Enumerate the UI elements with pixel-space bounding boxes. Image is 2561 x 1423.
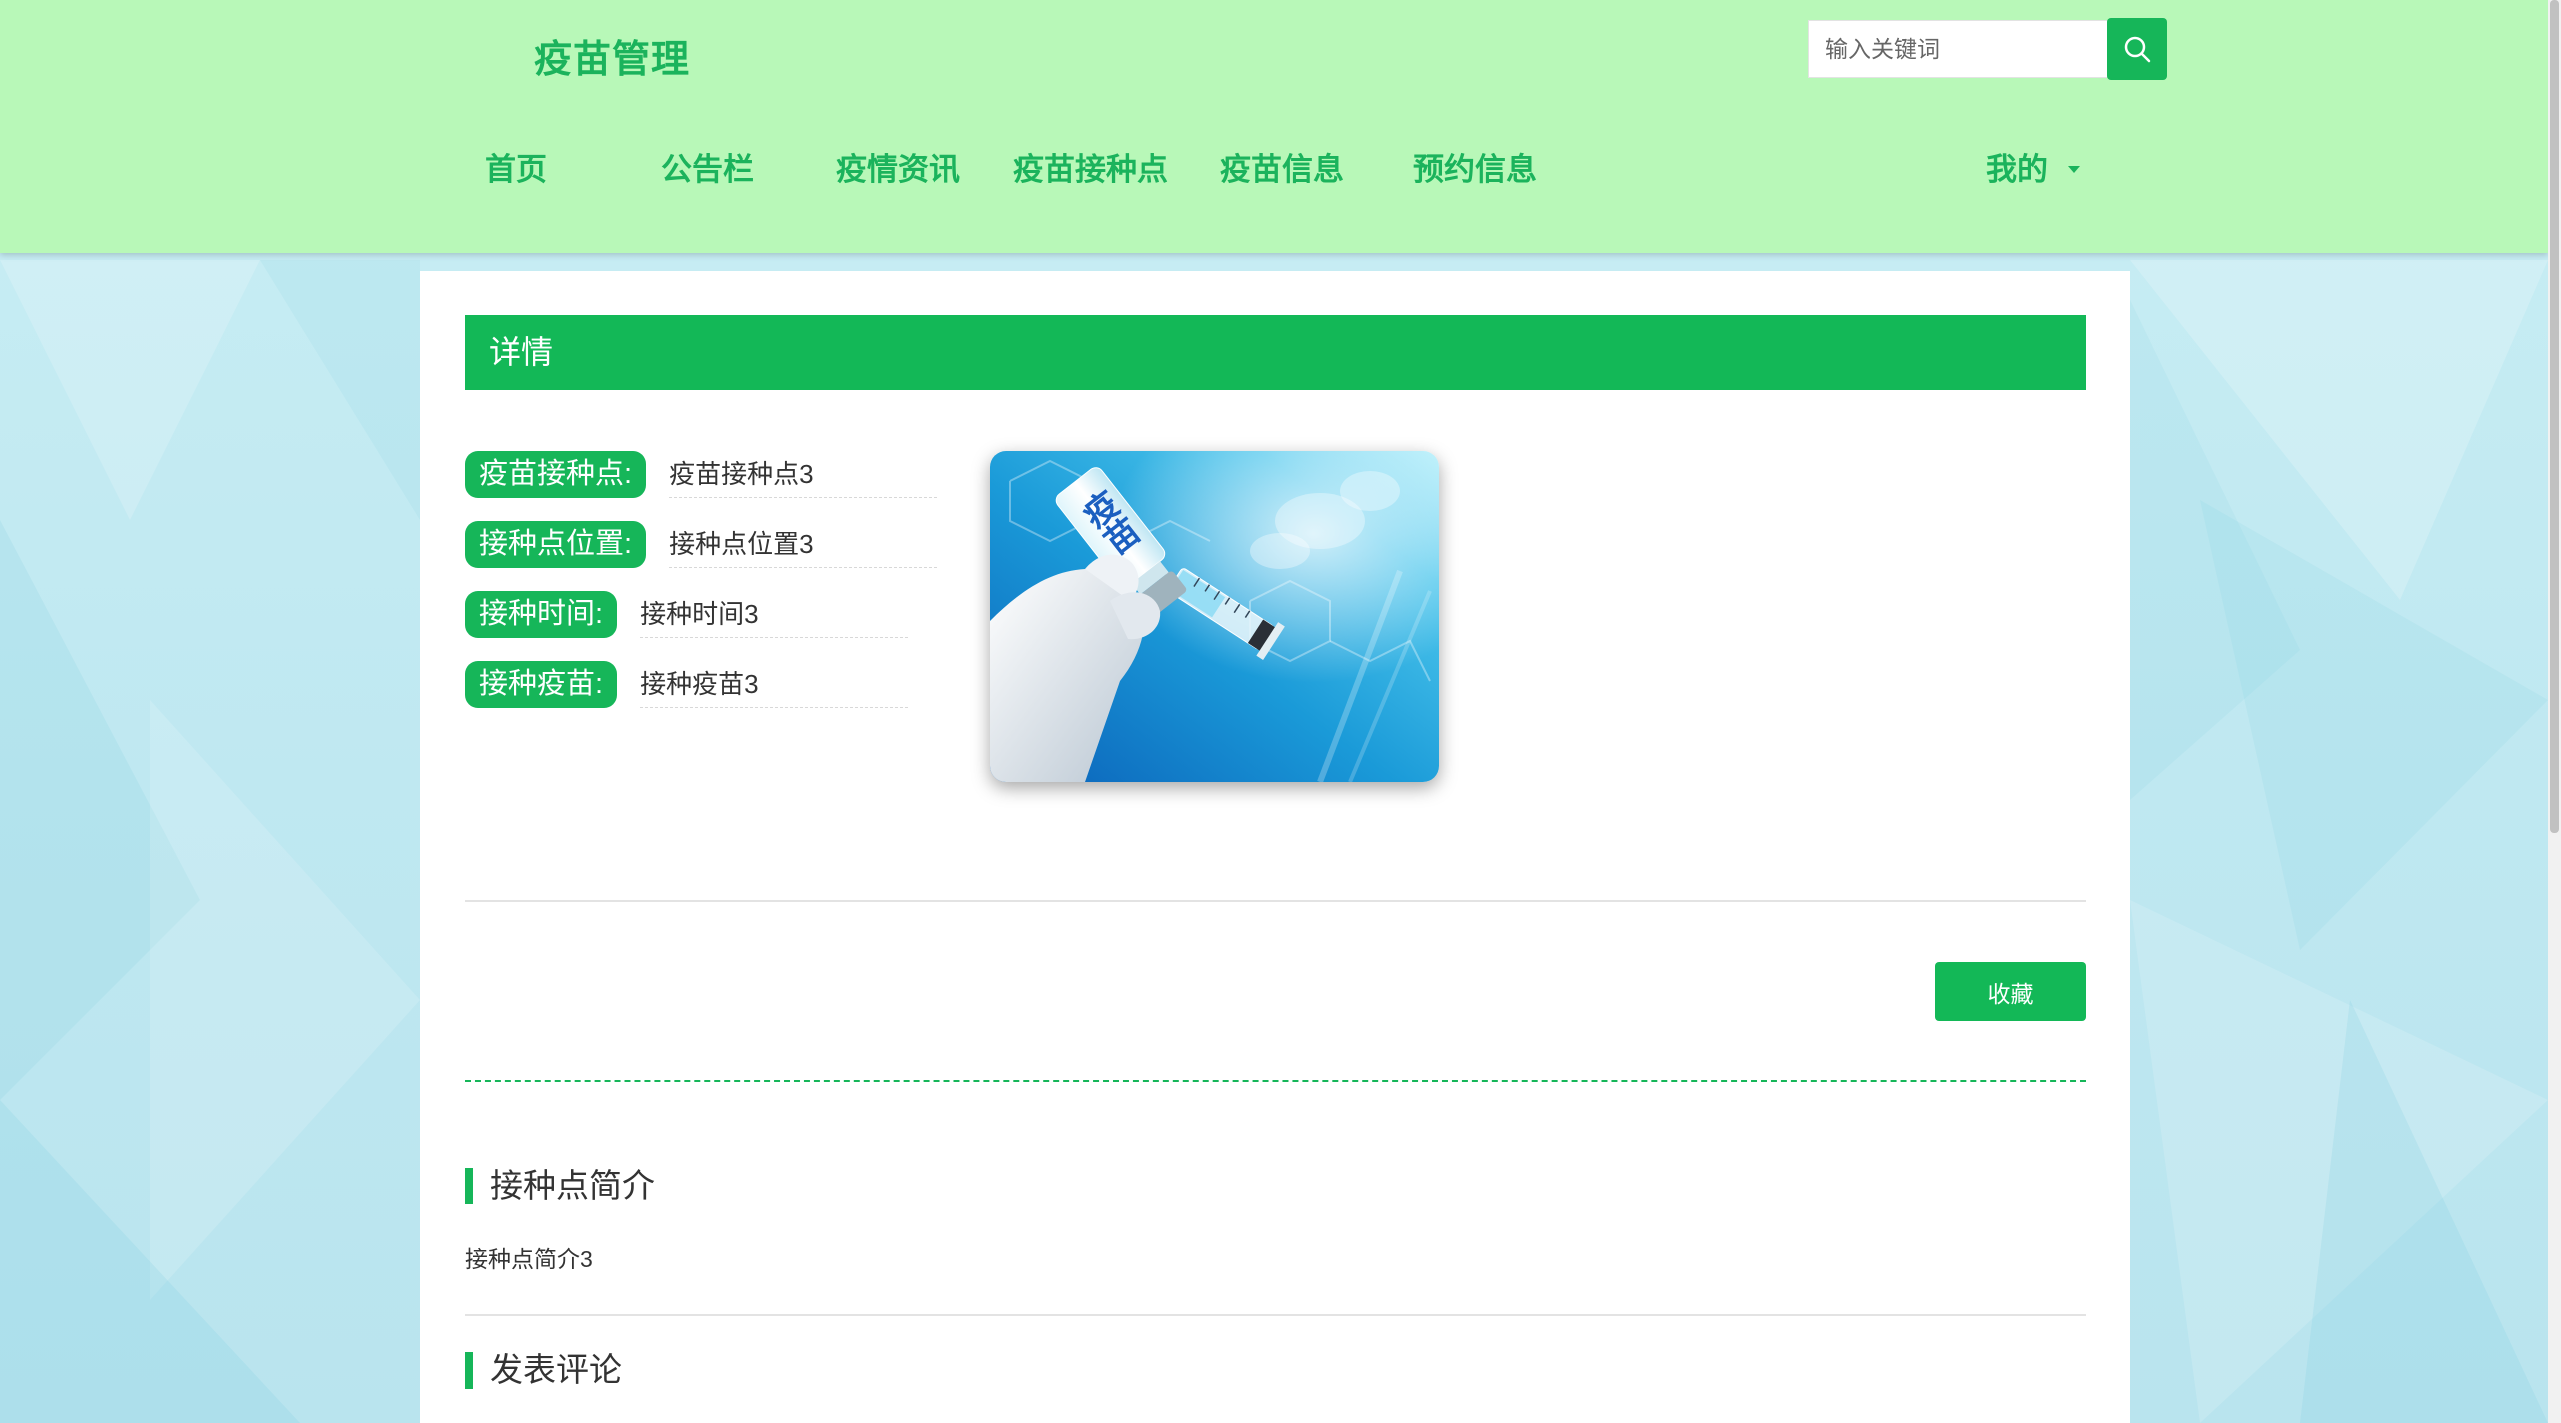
nav-announcements[interactable]: 公告栏 [661,150,754,190]
nav-epidemic-news[interactable]: 疫情资讯 [836,150,960,190]
nav-mine[interactable]: 我的 [1986,150,2048,190]
search-icon-handle [2140,52,2151,63]
smoke-puff [1340,471,1400,511]
detail-card [420,271,2130,1423]
smoke-puff [1250,533,1310,569]
field-row-site: 疫苗接种点: 疫苗接种点3 [465,451,938,498]
field-label: 接种时间: [465,591,618,638]
field-value: 接种点位置3 [669,522,938,568]
field-value: 疫苗接种点3 [669,452,938,498]
detail-header: 详情 [465,315,2086,390]
section-marker [465,1352,473,1389]
background-triangle [150,700,420,1300]
section-dashed-divider [465,1080,2086,1082]
divider [465,1314,2086,1316]
scrollbar-thumb[interactable] [2550,0,2559,833]
section-marker [465,1168,473,1204]
field-value: 接种时间3 [640,592,909,638]
field-row-vaccine: 接种疫苗: 接种疫苗3 [465,661,909,708]
intro-section-title: 接种点简介 [490,1167,655,1204]
nav-home[interactable]: 首页 [485,150,547,190]
background-triangle [0,260,260,520]
search-button[interactable] [2107,18,2167,80]
field-label: 疫苗接种点: [465,451,647,498]
search-icon [2124,36,2151,63]
comment-section-title: 发表评论 [490,1351,622,1388]
field-label: 接种点位置: [465,521,647,568]
field-row-location: 接种点位置: 接种点位置3 [465,521,938,568]
divider [465,900,2086,902]
top-header: 疫苗管理 首页 公告栏 疫情资讯 疫苗接种点 疫苗信息 预约信息 我的 [0,0,2548,253]
field-value: 接种疫苗3 [640,662,909,708]
nav-appointments[interactable]: 预约信息 [1413,150,1537,190]
nav-vaccine-info[interactable]: 疫苗信息 [1220,150,1344,190]
background-triangle [260,260,420,520]
vaccine-illustration: 疫苗 [990,451,1439,782]
vaccine-image: 疫苗 [990,451,1439,782]
field-row-time: 接种时间: 接种时间3 [465,591,909,638]
app-title: 疫苗管理 [534,39,691,81]
collect-button[interactable]: 收藏 [1935,962,2086,1021]
intro-text: 接种点简介3 [465,1246,593,1272]
search-input[interactable] [1808,20,2107,78]
nav-vaccination-sites[interactable]: 疫苗接种点 [1013,150,1168,190]
caret-down-icon[interactable] [2068,166,2080,173]
field-label: 接种疫苗: [465,661,618,708]
